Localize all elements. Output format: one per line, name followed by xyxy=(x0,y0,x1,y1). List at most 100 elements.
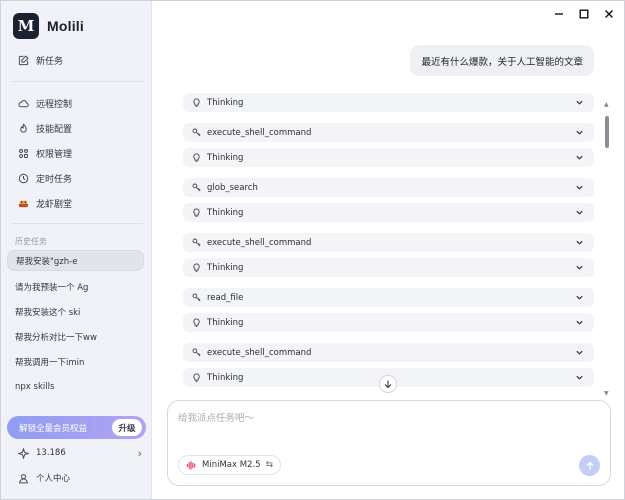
sidebar-item-label: 技能配置 xyxy=(36,124,73,135)
send-button[interactable] xyxy=(579,455,600,476)
chevron-down-icon[interactable] xyxy=(575,153,584,162)
tool-step-row[interactable]: Thinking xyxy=(183,258,594,277)
grid-icon xyxy=(17,147,29,159)
bulb-icon xyxy=(191,373,201,383)
chevron-down-icon[interactable] xyxy=(575,208,584,217)
scrollbar-thumb[interactable] xyxy=(605,116,609,148)
tool-step-row[interactable]: Thinking xyxy=(183,313,594,332)
history-item[interactable]: 帮我安装这个 ski xyxy=(7,301,144,322)
tool-step-label: Thinking xyxy=(207,317,244,328)
tool-step-row[interactable]: Thinking xyxy=(183,148,594,167)
sidebar-item-remote-control[interactable]: 远程控制 xyxy=(11,93,143,113)
sidebar-item-permissions[interactable]: 权限管理 xyxy=(11,143,143,163)
composer: MiniMax M2.5 ⇆ xyxy=(167,400,611,486)
history-item[interactable]: 帮我安装"gzh-e xyxy=(7,250,144,271)
chevron-down-icon[interactable] xyxy=(575,238,584,247)
credits-item[interactable]: 13.186 › xyxy=(17,444,142,462)
app-logo: M xyxy=(13,13,39,39)
upgrade-label: 解锁全量会员权益 xyxy=(19,423,88,434)
minimize-icon[interactable] xyxy=(554,9,564,19)
key-icon xyxy=(191,348,201,358)
chevron-down-icon[interactable] xyxy=(575,318,584,327)
key-icon xyxy=(191,293,201,303)
tool-step-row[interactable]: execute_shell_command xyxy=(183,233,594,252)
profile-label: 个人中心 xyxy=(36,474,71,484)
sidebar-item-label: 龙虾剧堂 xyxy=(36,199,73,210)
app-window: M Molili 新任务 远程控制 技能配置 权限管理 定时任务 龙虾剧堂 历史… xyxy=(0,0,625,500)
bulb-icon xyxy=(191,318,201,328)
tool-step-row[interactable]: execute_shell_command xyxy=(183,343,594,362)
chevron-right-icon: › xyxy=(137,446,142,460)
history-item[interactable]: 帮我调用一下imin xyxy=(7,351,144,372)
chevron-down-icon[interactable] xyxy=(575,128,584,137)
sidebar: M Molili 新任务 远程控制 技能配置 权限管理 定时任务 龙虾剧堂 历史… xyxy=(1,1,152,499)
key-icon xyxy=(191,128,201,138)
tool-step-row[interactable]: glob_search xyxy=(183,178,594,197)
bulb-icon xyxy=(191,98,201,108)
tool-step-label: execute_shell_command xyxy=(207,347,312,358)
model-selector[interactable]: MiniMax M2.5 ⇆ xyxy=(178,455,282,475)
chevron-down-icon[interactable] xyxy=(575,348,584,357)
tool-step-label: Thinking xyxy=(207,262,244,273)
bulb-icon xyxy=(191,153,201,163)
task-input[interactable] xyxy=(178,410,598,426)
history-item[interactable]: 请为我预装一个 Ag xyxy=(7,276,144,297)
tool-step-label: execute_shell_command xyxy=(207,127,312,138)
cloud-icon xyxy=(17,97,29,109)
tool-step-row[interactable]: execute_shell_command xyxy=(183,123,594,142)
chevron-down-icon[interactable] xyxy=(575,98,584,107)
scroll-up-arrow-icon[interactable]: ▲ xyxy=(604,101,609,108)
tool-step-label: execute_shell_command xyxy=(207,237,312,248)
tool-step-row[interactable]: Thinking xyxy=(183,203,594,222)
sparkle-icon xyxy=(17,447,29,459)
sidebar-divider xyxy=(11,223,143,224)
clock-icon xyxy=(17,172,29,184)
sidebar-item-label: 定时任务 xyxy=(36,174,73,185)
user-icon xyxy=(17,472,29,484)
main-panel: 最近有什么爆款，关于人工智能的文章 Thinking execute_shell_… xyxy=(152,1,624,499)
upgrade-button[interactable]: 升级 xyxy=(112,419,142,436)
maximize-icon[interactable] xyxy=(579,9,589,19)
bulb-icon xyxy=(191,263,201,273)
chevron-down-icon[interactable] xyxy=(575,183,584,192)
sidebar-item-skills[interactable]: 技能配置 xyxy=(11,118,143,138)
tool-step-label: Thinking xyxy=(207,152,244,163)
window-controls xyxy=(554,9,614,19)
app-name: Molili xyxy=(47,18,84,34)
history-section-label: 历史任务 xyxy=(15,237,47,246)
profile-item[interactable]: 个人中心 xyxy=(17,469,142,487)
user-message: 最近有什么爆款，关于人工智能的文章 xyxy=(410,45,594,76)
sidebar-item-label: 远程控制 xyxy=(36,99,73,110)
scroll-to-bottom-button[interactable] xyxy=(379,375,397,393)
minimax-logo-icon xyxy=(186,460,197,471)
lobster-icon xyxy=(17,197,29,209)
model-name: MiniMax M2.5 xyxy=(202,460,261,470)
tool-step-label: Thinking xyxy=(207,372,244,383)
chevron-down-icon[interactable] xyxy=(575,373,584,382)
tool-step-label: Thinking xyxy=(207,207,244,218)
new-task-icon xyxy=(17,54,29,66)
new-task-button[interactable]: 新任务 xyxy=(11,50,143,70)
tool-step-row[interactable]: Thinking xyxy=(183,93,594,112)
sidebar-item-scheduled-tasks[interactable]: 定时任务 xyxy=(11,168,143,188)
tool-step-label: Thinking xyxy=(207,97,244,108)
scroll-down-arrow-icon[interactable]: ▼ xyxy=(604,390,609,397)
key-icon xyxy=(191,183,201,193)
upgrade-banner[interactable]: 解锁全量会员权益 升级 xyxy=(7,416,146,439)
history-item[interactable]: 帮我分析对比一下ww xyxy=(7,326,144,347)
tool-step-label: read_file xyxy=(207,292,244,303)
sidebar-divider xyxy=(11,81,143,82)
chevron-down-icon[interactable] xyxy=(575,293,584,302)
chevron-down-icon[interactable] xyxy=(575,263,584,272)
close-icon[interactable] xyxy=(604,9,614,19)
bulb-icon xyxy=(191,208,201,218)
history-item[interactable]: npx skills xyxy=(7,376,144,397)
sidebar-item-label: 权限管理 xyxy=(36,149,73,160)
brand: M Molili xyxy=(13,13,84,39)
tool-step-label: glob_search xyxy=(207,182,258,193)
key-icon xyxy=(191,238,201,248)
sidebar-item-lobster-theater[interactable]: 龙虾剧堂 xyxy=(11,193,143,213)
tool-step-row[interactable]: read_file xyxy=(183,288,594,307)
new-task-label: 新任务 xyxy=(36,56,64,67)
credits-value: 13.186 xyxy=(36,448,66,458)
